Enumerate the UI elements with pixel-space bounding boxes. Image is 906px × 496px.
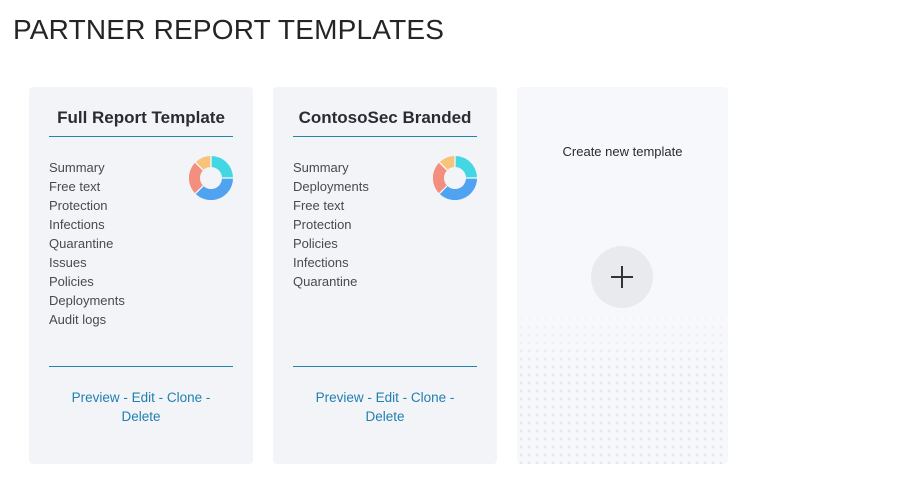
page-title: PARTNER REPORT TEMPLATES [13, 14, 445, 45]
section-item: Policies [293, 236, 338, 251]
section-item: Infections [293, 255, 349, 270]
delete-link[interactable]: Delete [121, 409, 160, 424]
section-item: Free text [293, 198, 345, 213]
section-item: Audit logs [49, 312, 107, 327]
edit-link[interactable]: Edit [376, 390, 399, 405]
section-item: Free text [49, 179, 101, 194]
card-divider [293, 366, 477, 367]
plus-icon [611, 266, 633, 288]
create-new-template-card[interactable]: Create new template [517, 87, 728, 464]
template-title: ContosoSec Branded [293, 107, 477, 137]
action-separator: - [119, 390, 132, 405]
section-item: Summary [293, 160, 349, 175]
section-item: Infections [49, 217, 105, 232]
template-card-contososec-branded: ContosoSec Branded Summary Deployments F… [273, 87, 497, 464]
report-templates-page: PARTNER REPORT TEMPLATES Full Report Tem… [0, 0, 906, 496]
clone-link[interactable]: Clone [167, 390, 202, 405]
preview-link[interactable]: Preview [316, 390, 364, 405]
edit-link[interactable]: Edit [132, 390, 155, 405]
card-divider [49, 366, 233, 367]
section-item: Protection [293, 217, 352, 232]
section-item: Protection [49, 198, 108, 213]
clone-link[interactable]: Clone [411, 390, 446, 405]
delete-link[interactable]: Delete [365, 409, 404, 424]
section-item: Deployments [293, 179, 369, 194]
action-separator: - [154, 390, 167, 405]
action-separator: - [398, 390, 411, 405]
section-item: Quarantine [49, 236, 114, 251]
template-card-full-report: Full Report Template Summary Free text P… [29, 87, 253, 464]
action-separator: - [363, 390, 376, 405]
donut-chart-icon [433, 156, 477, 200]
template-title: Full Report Template [49, 107, 233, 137]
template-section-list: Summary Deployments Free text Protection… [293, 158, 369, 291]
action-separator: - [202, 390, 211, 405]
preview-link[interactable]: Preview [72, 390, 120, 405]
template-section-list: Summary Free text Protection Infections … [49, 158, 125, 329]
create-new-template-label: Create new template [562, 144, 683, 159]
section-item: Issues [49, 255, 87, 270]
template-actions: Preview - Edit - Clone - Delete [49, 388, 233, 426]
section-item: Deployments [49, 293, 125, 308]
template-actions: Preview - Edit - Clone - Delete [293, 388, 477, 426]
section-item: Policies [49, 274, 94, 289]
donut-chart-icon [189, 156, 233, 200]
action-separator: - [446, 390, 455, 405]
section-item: Quarantine [293, 274, 358, 289]
add-template-button[interactable] [591, 246, 653, 308]
dot-pattern-background [517, 307, 728, 464]
section-item: Summary [49, 160, 105, 175]
